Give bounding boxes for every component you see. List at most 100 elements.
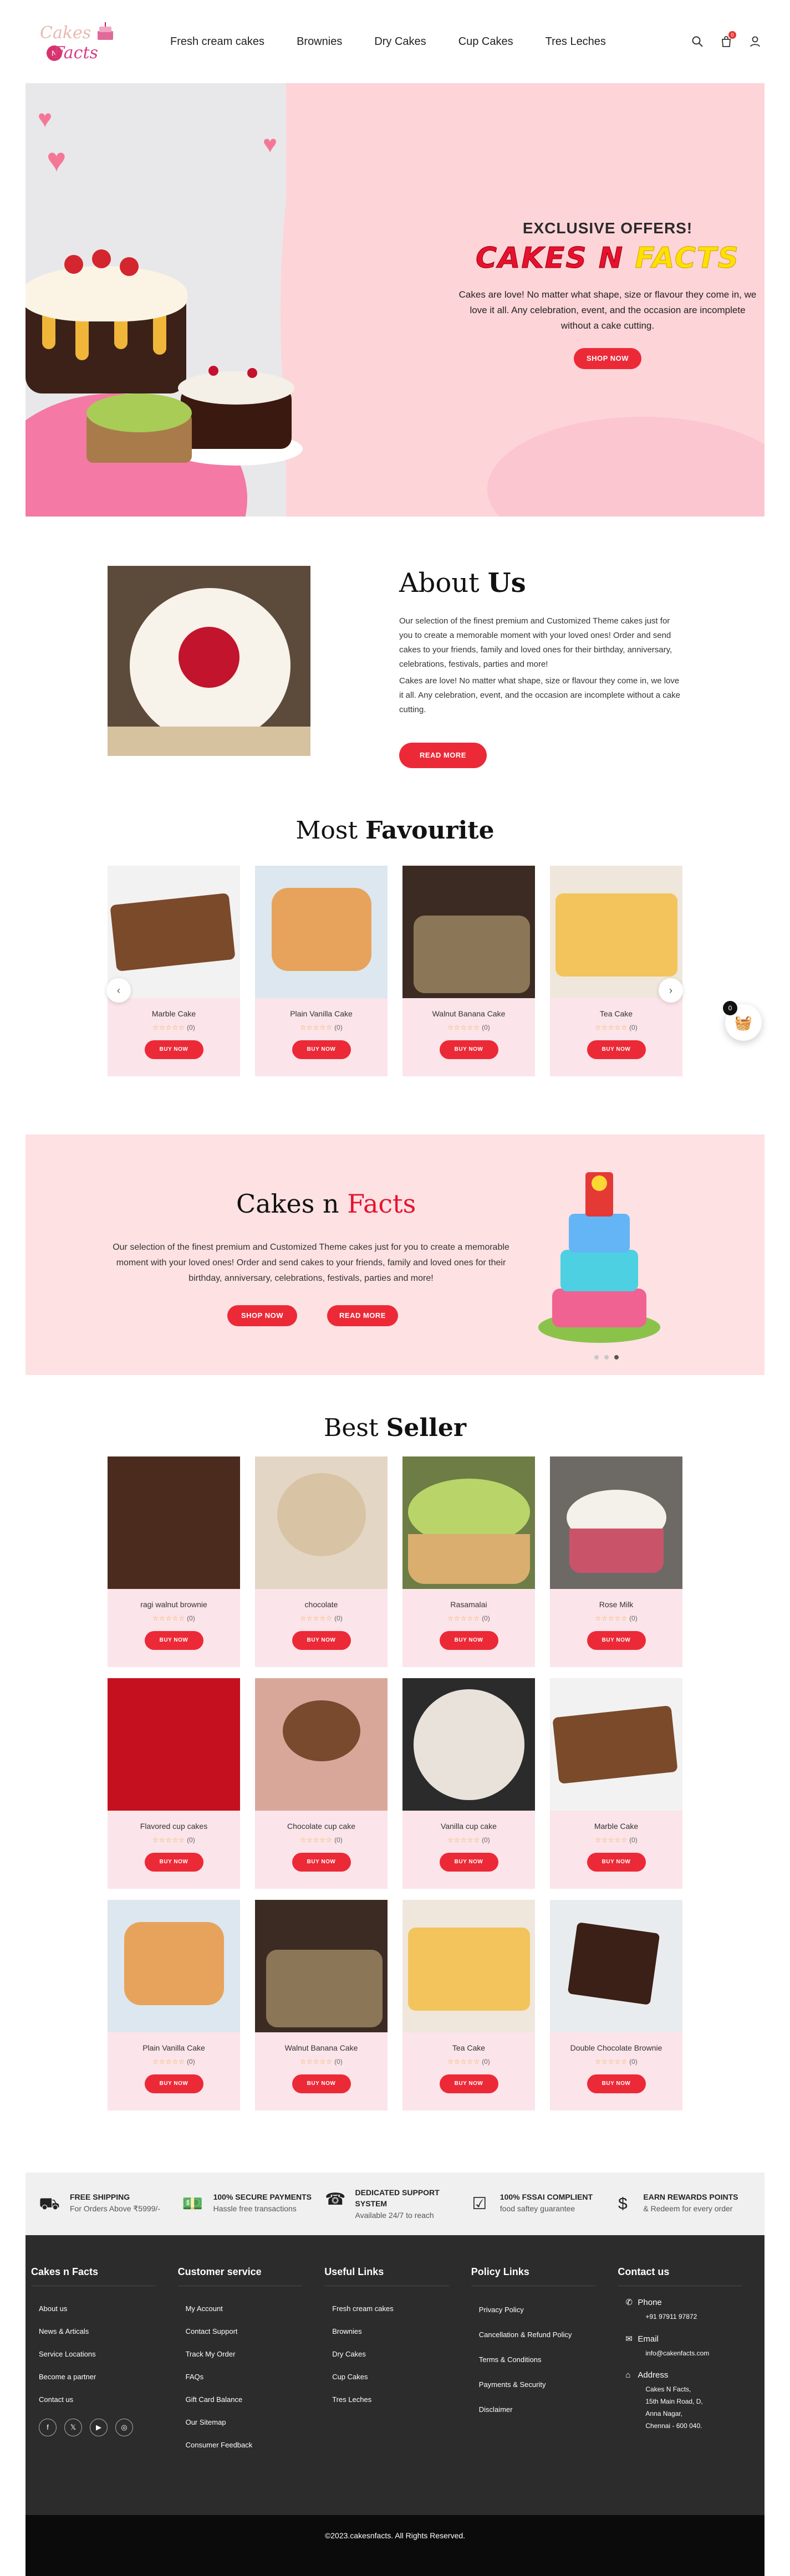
promo-title: Cakes n Facts bbox=[236, 1189, 416, 1219]
address-line: Chennai - 600 040. bbox=[645, 2422, 702, 2430]
buy-now-button[interactable]: BUY NOW bbox=[292, 2074, 351, 2093]
product-card[interactable]: Tea Cake ☆☆☆☆☆ (0) BUY NOW bbox=[402, 1900, 535, 2110]
buy-now-button[interactable]: BUY NOW bbox=[587, 1040, 646, 1059]
footer-link[interactable]: Fresh cream cakes bbox=[324, 2297, 460, 2320]
buy-now-button[interactable]: BUY NOW bbox=[439, 1853, 498, 1872]
footer-link[interactable]: Dry Cakes bbox=[324, 2343, 460, 2365]
footer-link[interactable]: Disclaimer bbox=[471, 2397, 607, 2422]
product-image bbox=[255, 1456, 388, 1589]
floating-cart-button[interactable]: 0 🧺 bbox=[723, 1001, 762, 1041]
product-card[interactable]: Flavored cup cakes ☆☆☆☆☆ (0) BUY NOW bbox=[108, 1678, 240, 1889]
product-card[interactable]: Vanilla cup cake ☆☆☆☆☆ (0) BUY NOW bbox=[402, 1678, 535, 1889]
cart-button[interactable]: 0 bbox=[720, 31, 736, 48]
feature-title: FREE SHIPPING bbox=[70, 2192, 130, 2201]
footer-link[interactable]: Consumer Feedback bbox=[178, 2434, 314, 2456]
footer-link[interactable]: Contact us bbox=[31, 2388, 167, 2411]
footer-col-title: Customer service bbox=[177, 2266, 303, 2286]
feature-sub: food saftey guarantee bbox=[500, 2204, 575, 2213]
logo-text-bottom: Facts bbox=[53, 43, 98, 63]
buy-now-button[interactable]: BUY NOW bbox=[439, 2074, 498, 2093]
product-name: Rose Milk bbox=[599, 1600, 634, 1609]
product-card[interactable]: Walnut Banana Cake ☆☆☆☆☆ (0) BUY NOW bbox=[402, 866, 535, 1076]
footer-link[interactable]: About us bbox=[31, 2297, 167, 2320]
slider-dot[interactable] bbox=[594, 1355, 599, 1359]
product-card[interactable]: Plain Vanilla Cake ☆☆☆☆☆ (0) BUY NOW bbox=[108, 1900, 240, 2110]
slider-dot[interactable] bbox=[604, 1355, 609, 1359]
favourite-title: Most Favourite bbox=[0, 802, 790, 845]
footer-link[interactable]: Tres Leches bbox=[324, 2388, 460, 2411]
footer-link[interactable]: My Account bbox=[178, 2297, 314, 2320]
buy-now-button[interactable]: BUY NOW bbox=[587, 1853, 646, 1872]
nav-tres-leches[interactable]: Tres Leches bbox=[546, 35, 606, 48]
nav-brownies[interactable]: Brownies bbox=[297, 35, 342, 48]
product-card[interactable]: Plain Vanilla Cake ☆☆☆☆☆ (0) BUY NOW bbox=[255, 866, 388, 1076]
buy-now-button[interactable]: BUY NOW bbox=[439, 1040, 498, 1059]
nav-dry-cakes[interactable]: Dry Cakes bbox=[374, 35, 426, 48]
footer-link[interactable]: Brownies bbox=[324, 2320, 460, 2343]
shop-now-button[interactable]: SHOP NOW bbox=[574, 348, 641, 369]
buy-now-button[interactable]: BUY NOW bbox=[439, 1631, 498, 1650]
review-count: (0) bbox=[187, 1024, 195, 1031]
product-card[interactable]: Chocolate cup cake ☆☆☆☆☆ (0) BUY NOW bbox=[255, 1678, 388, 1889]
phone-number[interactable]: +91 97911 97872 bbox=[625, 2311, 753, 2323]
hero-description: Cakes are love! No matter what shape, si… bbox=[458, 289, 757, 331]
product-card[interactable]: Marble Cake ☆☆☆☆☆ (0) BUY NOW bbox=[108, 866, 240, 1076]
nav-cup-cakes[interactable]: Cup Cakes bbox=[458, 35, 513, 48]
contact-label: Phone bbox=[638, 2298, 662, 2307]
footer-link[interactable]: Track My Order bbox=[178, 2343, 314, 2365]
buy-now-button[interactable]: BUY NOW bbox=[144, 1040, 203, 1059]
buy-now-button[interactable]: BUY NOW bbox=[292, 1853, 351, 1872]
footer-link[interactable]: Privacy Policy bbox=[471, 2297, 607, 2322]
footer-link[interactable]: Terms & Conditions bbox=[471, 2347, 607, 2372]
buy-now-button[interactable]: BUY NOW bbox=[292, 1631, 351, 1650]
product-card[interactable]: ragi walnut brownie ☆☆☆☆☆ (0) BUY NOW bbox=[108, 1456, 240, 1667]
about-section: About Us Our selection of the finest pre… bbox=[0, 517, 790, 802]
nav-fresh-cream-cakes[interactable]: Fresh cream cakes bbox=[170, 35, 264, 48]
footer-link[interactable]: Cup Cakes bbox=[324, 2365, 460, 2388]
email-address[interactable]: info@cakenfacts.com bbox=[625, 2347, 753, 2359]
promo-shop-now-button[interactable]: SHOP NOW bbox=[227, 1305, 297, 1326]
product-card[interactable]: Marble Cake ☆☆☆☆☆ (0) BUY NOW bbox=[550, 1678, 682, 1889]
product-card[interactable]: chocolate ☆☆☆☆☆ (0) BUY NOW bbox=[255, 1456, 388, 1667]
product-name: Marble Cake bbox=[151, 1009, 196, 1018]
footer-link[interactable]: Gift Card Balance bbox=[178, 2388, 314, 2411]
buy-now-button[interactable]: BUY NOW bbox=[587, 1631, 646, 1650]
carousel-next-arrow[interactable]: › bbox=[659, 978, 683, 1003]
x-twitter-icon[interactable]: 𝕏 bbox=[64, 2419, 82, 2436]
rating-stars: ☆☆☆☆☆ (0) bbox=[447, 2058, 490, 2066]
footer-link[interactable]: Cancellation & Refund Policy bbox=[471, 2322, 607, 2347]
review-count: (0) bbox=[482, 2058, 490, 2066]
search-icon[interactable] bbox=[691, 35, 704, 48]
footer-link[interactable]: FAQs bbox=[178, 2365, 314, 2388]
user-icon[interactable] bbox=[749, 35, 761, 48]
product-card[interactable]: Rose Milk ☆☆☆☆☆ (0) BUY NOW bbox=[550, 1456, 682, 1667]
logo[interactable]: Cakes N Facts bbox=[34, 17, 118, 67]
slider-dot-active[interactable] bbox=[614, 1355, 619, 1359]
product-card[interactable]: Double Chocolate Brownie ☆☆☆☆☆ (0) BUY NO… bbox=[550, 1900, 682, 2110]
product-card[interactable]: Rasamalai ☆☆☆☆☆ (0) BUY NOW bbox=[402, 1456, 535, 1667]
read-more-button[interactable]: READ MORE bbox=[399, 743, 487, 768]
footer-link[interactable]: Payments & Security bbox=[471, 2372, 607, 2397]
product-card[interactable]: Walnut Banana Cake ☆☆☆☆☆ (0) BUY NOW bbox=[255, 1900, 388, 2110]
product-name: chocolate bbox=[304, 1600, 338, 1609]
buy-now-button[interactable]: BUY NOW bbox=[144, 1853, 203, 1872]
facebook-icon[interactable]: f bbox=[39, 2419, 57, 2436]
footer-link[interactable]: Service Locations bbox=[31, 2343, 167, 2365]
buy-now-button[interactable]: BUY NOW bbox=[144, 1631, 203, 1650]
review-count: (0) bbox=[482, 1024, 490, 1031]
instagram-icon[interactable]: ◎ bbox=[115, 2419, 133, 2436]
buy-now-button[interactable]: BUY NOW bbox=[292, 1040, 351, 1059]
footer-link[interactable]: News & Articals bbox=[31, 2320, 167, 2343]
promo-tier-cake-image bbox=[538, 1172, 660, 1343]
footer-link[interactable]: Our Sitemap bbox=[178, 2411, 314, 2434]
youtube-icon[interactable]: ▶ bbox=[90, 2419, 108, 2436]
carousel-prev-arrow[interactable]: ‹ bbox=[106, 978, 131, 1003]
support-icon: ☎ bbox=[325, 2190, 346, 2209]
buy-now-button[interactable]: BUY NOW bbox=[144, 2074, 203, 2093]
buy-now-button[interactable]: BUY NOW bbox=[587, 2074, 646, 2093]
promo-read-more-button[interactable]: READ MORE bbox=[327, 1305, 398, 1326]
footer-link[interactable]: Become a partner bbox=[31, 2365, 167, 2388]
product-card[interactable]: Tea Cake ☆☆☆☆☆ (0) BUY NOW bbox=[550, 866, 682, 1076]
review-count: (0) bbox=[482, 1836, 490, 1844]
footer-link[interactable]: Contact Support bbox=[178, 2320, 314, 2343]
